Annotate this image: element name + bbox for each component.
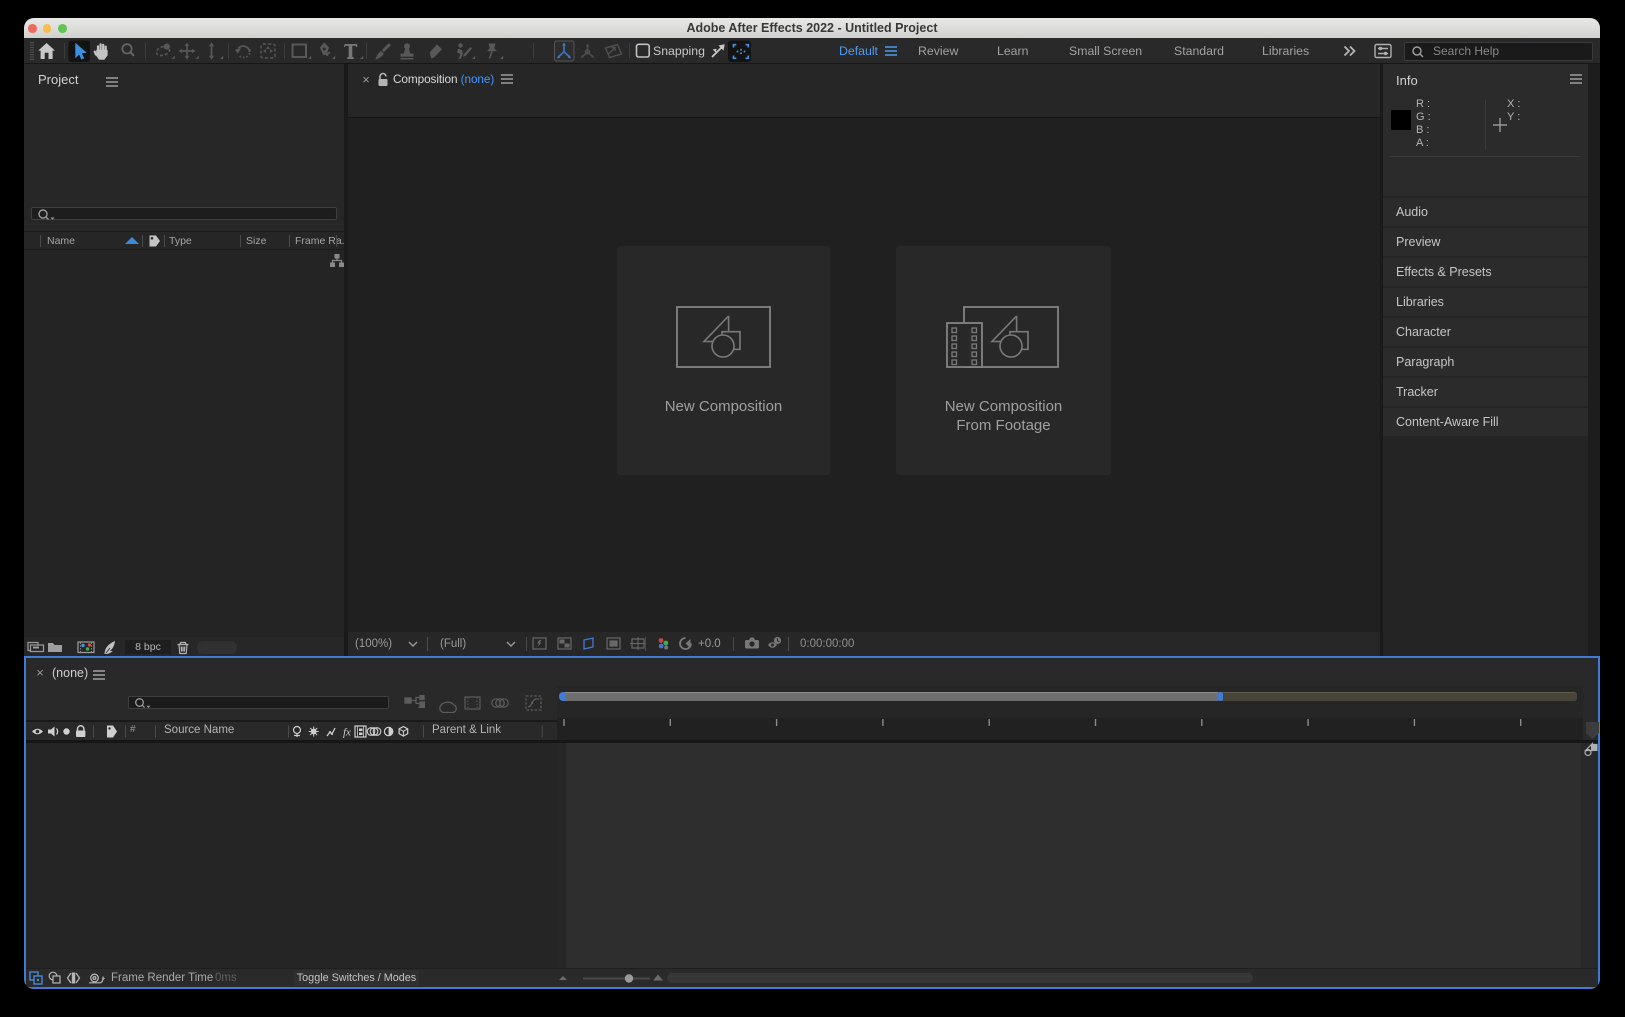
svg-text:From Footage: From Footage	[956, 417, 1050, 434]
svg-text:New Composition: New Composition	[945, 398, 1063, 415]
svg-text:fx: fx	[343, 727, 351, 739]
svg-text:New Composition: New Composition	[665, 398, 783, 415]
